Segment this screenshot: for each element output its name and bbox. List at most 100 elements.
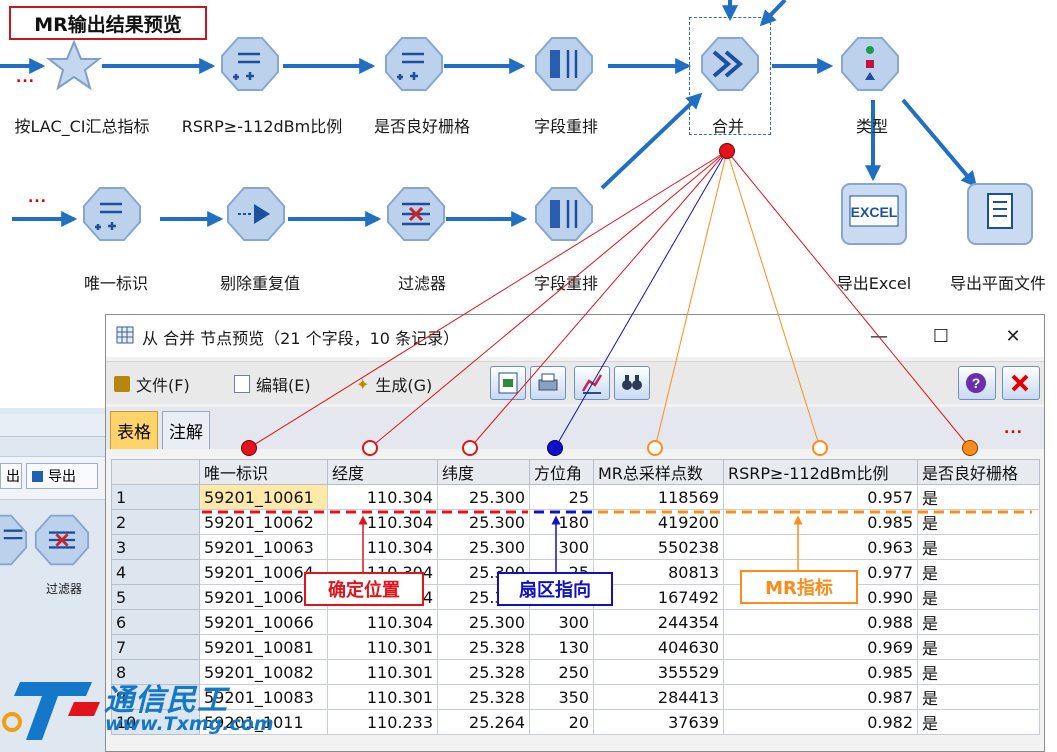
table-cell[interactable]: 355529 [593, 659, 724, 685]
tab-table[interactable]: 表格 [110, 411, 158, 449]
chart-button[interactable] [574, 366, 610, 400]
distinct-icon[interactable] [226, 184, 286, 244]
table-cell[interactable]: 59201_10061 [199, 484, 328, 510]
background-export-button[interactable]: 导出 [26, 463, 98, 489]
binoculars-button[interactable] [614, 366, 650, 400]
reorder-icon[interactable] [534, 184, 594, 244]
type-icon[interactable] [840, 34, 900, 94]
table-row[interactable]: 2 59201_10062 110.304 25.300 180 419200 0.985 是 [111, 509, 1040, 535]
table-row[interactable]: 1 59201_10061 110.304 25.300 25 118569 0.957 是 [111, 484, 1040, 510]
table-row[interactable]: 3 59201_10063 110.304 25.300 300 550238 0.963 是 [111, 534, 1040, 560]
table-cell[interactable]: 25.300 [437, 509, 530, 535]
row-number-cell[interactable]: 6 [111, 609, 200, 635]
row-number-cell[interactable]: 2 [111, 509, 200, 535]
column-header[interactable]: 是否良好栅格 [917, 459, 1040, 485]
table-cell[interactable]: 110.301 [327, 684, 438, 710]
table-cell[interactable]: 130 [529, 634, 594, 660]
table-cell[interactable]: 25.328 [437, 684, 530, 710]
reorder-icon[interactable] [534, 34, 594, 94]
excel-icon[interactable]: EXCEL [840, 182, 908, 246]
column-header[interactable]: RSRP≥-112dBm比例 [723, 459, 918, 485]
menu-generate[interactable]: ✦ 生成(G) [356, 372, 432, 396]
table-cell[interactable]: 0.982 [723, 709, 918, 735]
row-number-cell[interactable]: 7 [111, 634, 200, 660]
table-cell[interactable]: 25.264 [437, 709, 530, 735]
table-cell[interactable]: 59201_10062 [199, 509, 328, 535]
table-cell[interactable]: 25.328 [437, 659, 530, 685]
table-cell[interactable]: 25 [529, 484, 594, 510]
table-cell[interactable]: 是 [917, 559, 1040, 585]
derive-icon[interactable] [0, 512, 28, 568]
filter-icon[interactable] [34, 512, 90, 568]
table-cell[interactable]: 是 [917, 509, 1040, 535]
derive-icon[interactable] [82, 184, 142, 244]
table-cell[interactable]: 59201_10063 [199, 534, 328, 560]
table-cell[interactable]: 180 [529, 509, 594, 535]
close-preview-button[interactable] [1002, 366, 1040, 400]
table-cell[interactable]: 0.969 [723, 634, 918, 660]
column-header[interactable]: 唯一标识 [199, 459, 328, 485]
table-cell[interactable]: 350 [529, 684, 594, 710]
row-number-cell[interactable]: 3 [111, 534, 200, 560]
derive-icon[interactable] [220, 34, 280, 94]
table-cell[interactable]: 是 [917, 634, 1040, 660]
flat-file-icon[interactable] [966, 182, 1034, 246]
menu-file[interactable]: 文件(F) [114, 372, 190, 396]
column-header[interactable]: 纬度 [437, 459, 530, 485]
table-cell[interactable]: 110.304 [327, 609, 438, 635]
table-cell[interactable]: 20 [529, 709, 594, 735]
table-cell[interactable]: 110.304 [327, 509, 438, 535]
derive-icon[interactable] [384, 34, 444, 94]
table-cell[interactable]: 0.987 [723, 684, 918, 710]
column-header[interactable]: 方位角 [529, 459, 594, 485]
table-cell[interactable]: 25.300 [437, 609, 530, 635]
filter-icon[interactable] [386, 184, 446, 244]
background-button[interactable]: 出 [0, 463, 22, 489]
table-cell[interactable]: 25.300 [437, 534, 530, 560]
table-cell[interactable]: 25.300 [437, 484, 530, 510]
table-cell[interactable]: 250 [529, 659, 594, 685]
table-cell[interactable]: 550238 [593, 534, 724, 560]
table-cell[interactable]: 是 [917, 684, 1040, 710]
star-icon[interactable] [44, 36, 104, 96]
table-cell[interactable]: 300 [529, 534, 594, 560]
row-number-cell[interactable]: 4 [111, 559, 200, 585]
table-cell[interactable]: 25.328 [437, 634, 530, 660]
minimize-button[interactable]: — [856, 321, 902, 351]
table-row[interactable]: 7 59201_10081 110.301 25.328 130 404630 0.969 是 [111, 634, 1040, 660]
table-cell[interactable]: 0.988 [723, 609, 918, 635]
table-cell[interactable]: 244354 [593, 609, 724, 635]
table-cell[interactable]: 167492 [593, 584, 724, 610]
table-cell[interactable]: 110.301 [327, 634, 438, 660]
table-cell[interactable]: 是 [917, 534, 1040, 560]
column-header[interactable]: MR总采样点数 [593, 459, 724, 485]
table-cell[interactable]: 是 [917, 609, 1040, 635]
table-cell[interactable]: 419200 [593, 509, 724, 535]
table-cell[interactable]: 0.985 [723, 509, 918, 535]
table-cell[interactable]: 是 [917, 484, 1040, 510]
table-cell[interactable]: 37639 [593, 709, 724, 735]
table-cell[interactable]: 110.233 [327, 709, 438, 735]
table-cell[interactable]: 80813 [593, 559, 724, 585]
column-header[interactable]: 经度 [327, 459, 438, 485]
table-cell[interactable]: 300 [529, 609, 594, 635]
close-button[interactable]: ✕ [990, 321, 1036, 351]
merge-icon[interactable] [700, 34, 760, 94]
table-row[interactable]: 6 59201_10066 110.304 25.300 300 244354 0.988 是 [111, 609, 1040, 635]
table-cell[interactable]: 0.985 [723, 659, 918, 685]
table-cell[interactable]: 是 [917, 584, 1040, 610]
table-cell[interactable]: 284413 [593, 684, 724, 710]
table-cell[interactable]: 110.304 [327, 484, 438, 510]
row-number-cell[interactable]: 5 [111, 584, 200, 610]
row-number-cell[interactable]: 1 [111, 484, 200, 510]
table-cell[interactable]: 59201_10066 [199, 609, 328, 635]
table-cell[interactable]: 59201_10081 [199, 634, 328, 660]
table-cell[interactable]: 110.304 [327, 534, 438, 560]
table-cell[interactable]: 0.963 [723, 534, 918, 560]
menu-edit[interactable]: 编辑(E) [234, 372, 311, 396]
export-table-button[interactable] [490, 366, 526, 400]
table-cell[interactable]: 118569 [593, 484, 724, 510]
column-header[interactable] [111, 459, 200, 485]
tab-annotations[interactable]: 注解 [162, 411, 210, 449]
table-cell[interactable]: 110.301 [327, 659, 438, 685]
